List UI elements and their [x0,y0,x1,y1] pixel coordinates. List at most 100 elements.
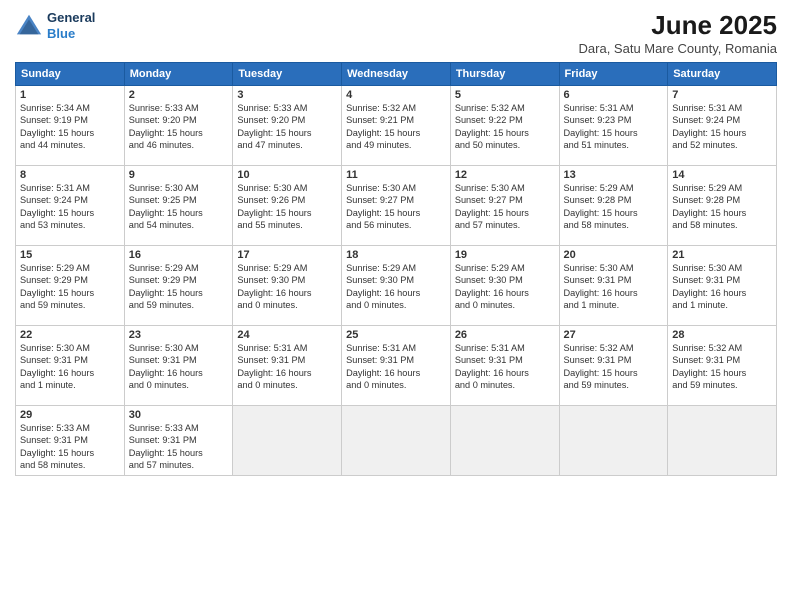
day-details: Sunrise: 5:29 AM Sunset: 9:30 PM Dayligh… [237,263,311,310]
calendar-cell: 18 Sunrise: 5:29 AM Sunset: 9:30 PM Dayli… [342,246,451,326]
day-details: Sunrise: 5:31 AM Sunset: 9:31 PM Dayligh… [346,343,420,390]
calendar-cell [233,406,342,476]
day-details: Sunrise: 5:32 AM Sunset: 9:21 PM Dayligh… [346,103,420,150]
day-number: 22 [20,329,120,341]
weekday-header-wednesday: Wednesday [342,63,451,86]
calendar-cell: 28 Sunrise: 5:32 AM Sunset: 9:31 PM Dayli… [668,326,777,406]
day-number: 4 [346,89,446,101]
calendar-cell: 14 Sunrise: 5:29 AM Sunset: 9:28 PM Dayli… [668,166,777,246]
day-number: 11 [346,169,446,181]
day-number: 13 [564,169,664,181]
day-details: Sunrise: 5:30 AM Sunset: 9:31 PM Dayligh… [129,343,203,390]
day-number: 14 [672,169,772,181]
day-number: 20 [564,249,664,261]
day-details: Sunrise: 5:30 AM Sunset: 9:31 PM Dayligh… [20,343,94,390]
calendar-cell: 29 Sunrise: 5:33 AM Sunset: 9:31 PM Dayli… [16,406,125,476]
calendar-cell: 20Sunrise: 5:30 AM Sunset: 9:31 PM Dayli… [559,246,668,326]
day-details: Sunrise: 5:32 AM Sunset: 9:22 PM Dayligh… [455,103,529,150]
calendar-cell [559,406,668,476]
calendar-cell: 17 Sunrise: 5:29 AM Sunset: 9:30 PM Dayli… [233,246,342,326]
calendar-cell: 23 Sunrise: 5:30 AM Sunset: 9:31 PM Dayli… [124,326,233,406]
title-area: June 2025 Dara, Satu Mare County, Romani… [579,10,777,56]
calendar-cell: 16 Sunrise: 5:29 AM Sunset: 9:29 PM Dayli… [124,246,233,326]
calendar-week-row: 29 Sunrise: 5:33 AM Sunset: 9:31 PM Dayli… [16,406,777,476]
day-number: 10 [237,169,337,181]
day-number: 12 [455,169,555,181]
calendar-cell: 24 Sunrise: 5:31 AM Sunset: 9:31 PM Dayli… [233,326,342,406]
day-details: Sunrise: 5:30 AM Sunset: 9:27 PM Dayligh… [346,183,420,230]
day-details: Sunrise: 5:32 AM Sunset: 9:31 PM Dayligh… [564,343,638,390]
month-title: June 2025 [579,10,777,41]
calendar-cell: 3 Sunrise: 5:33 AM Sunset: 9:20 PM Daylig… [233,86,342,166]
calendar-cell: 13 Sunrise: 5:29 AM Sunset: 9:28 PM Dayli… [559,166,668,246]
weekday-header-saturday: Saturday [668,63,777,86]
logo-icon [15,12,43,40]
calendar-cell: 10 Sunrise: 5:30 AM Sunset: 9:26 PM Dayli… [233,166,342,246]
day-details: Sunrise: 5:29 AM Sunset: 9:30 PM Dayligh… [346,263,420,310]
calendar-cell [450,406,559,476]
calendar-cell: 7 Sunrise: 5:31 AM Sunset: 9:24 PM Daylig… [668,86,777,166]
day-details: Sunrise: 5:31 AM Sunset: 9:31 PM Dayligh… [237,343,311,390]
weekday-header-sunday: Sunday [16,63,125,86]
day-number: 24 [237,329,337,341]
day-number: 17 [237,249,337,261]
day-number: 16 [129,249,229,261]
calendar-cell: 8 Sunrise: 5:31 AM Sunset: 9:24 PM Daylig… [16,166,125,246]
day-number: 28 [672,329,772,341]
logo-text: General Blue [47,10,95,41]
day-details: Sunrise: 5:29 AM Sunset: 9:29 PM Dayligh… [129,263,203,310]
day-number: 8 [20,169,120,181]
day-number: 21 [672,249,772,261]
calendar-cell [668,406,777,476]
calendar-cell: 19Sunrise: 5:29 AM Sunset: 9:30 PM Dayli… [450,246,559,326]
day-number: 18 [346,249,446,261]
weekday-header-row: SundayMondayTuesdayWednesdayThursdayFrid… [16,63,777,86]
day-details: Sunrise: 5:29 AM Sunset: 9:28 PM Dayligh… [672,183,746,230]
day-details: Sunrise: 5:30 AM Sunset: 9:27 PM Dayligh… [455,183,529,230]
day-number: 27 [564,329,664,341]
day-details: Sunrise: 5:31 AM Sunset: 9:31 PM Dayligh… [455,343,529,390]
day-number: 25 [346,329,446,341]
calendar-cell: 22 Sunrise: 5:30 AM Sunset: 9:31 PM Dayli… [16,326,125,406]
day-details: Sunrise: 5:30 AM Sunset: 9:25 PM Dayligh… [129,183,203,230]
day-number: 29 [20,409,120,421]
day-number: 9 [129,169,229,181]
day-details: Sunrise: 5:30 AM Sunset: 9:26 PM Dayligh… [237,183,311,230]
day-details: Sunrise: 5:29 AM Sunset: 9:28 PM Dayligh… [564,183,638,230]
calendar-cell: 27 Sunrise: 5:32 AM Sunset: 9:31 PM Dayli… [559,326,668,406]
day-details: Sunrise: 5:31 AM Sunset: 9:24 PM Dayligh… [672,103,746,150]
day-details: Sunrise: 5:33 AM Sunset: 9:31 PM Dayligh… [20,423,94,470]
day-details: Sunrise: 5:30 AM Sunset: 9:31 PM Dayligh… [672,263,746,310]
day-number: 7 [672,89,772,101]
calendar-week-row: 15Sunrise: 5:29 AM Sunset: 9:29 PM Dayli… [16,246,777,326]
calendar-cell: 25 Sunrise: 5:31 AM Sunset: 9:31 PM Dayli… [342,326,451,406]
calendar-cell: 1Sunrise: 5:34 AM Sunset: 9:19 PM Daylig… [16,86,125,166]
weekday-header-monday: Monday [124,63,233,86]
day-details: Sunrise: 5:31 AM Sunset: 9:24 PM Dayligh… [20,183,94,230]
location-title: Dara, Satu Mare County, Romania [579,41,777,56]
weekday-header-tuesday: Tuesday [233,63,342,86]
day-number: 19 [455,249,555,261]
calendar-cell: 9 Sunrise: 5:30 AM Sunset: 9:25 PM Daylig… [124,166,233,246]
logo: General Blue [15,10,95,41]
page-header: General Blue June 2025 Dara, Satu Mare C… [15,10,777,56]
weekday-header-thursday: Thursday [450,63,559,86]
day-number: 23 [129,329,229,341]
day-number: 26 [455,329,555,341]
calendar-week-row: 8 Sunrise: 5:31 AM Sunset: 9:24 PM Daylig… [16,166,777,246]
day-details: Sunrise: 5:33 AM Sunset: 9:20 PM Dayligh… [237,103,311,150]
day-details: Sunrise: 5:34 AM Sunset: 9:19 PM Dayligh… [20,103,94,150]
day-number: 6 [564,89,664,101]
calendar-table: SundayMondayTuesdayWednesdayThursdayFrid… [15,62,777,476]
calendar-cell: 4 Sunrise: 5:32 AM Sunset: 9:21 PM Daylig… [342,86,451,166]
calendar-cell: 12 Sunrise: 5:30 AM Sunset: 9:27 PM Dayli… [450,166,559,246]
day-details: Sunrise: 5:32 AM Sunset: 9:31 PM Dayligh… [672,343,746,390]
day-details: Sunrise: 5:31 AM Sunset: 9:23 PM Dayligh… [564,103,638,150]
day-number: 3 [237,89,337,101]
day-number: 5 [455,89,555,101]
calendar-cell: 6 Sunrise: 5:31 AM Sunset: 9:23 PM Daylig… [559,86,668,166]
calendar-week-row: 22 Sunrise: 5:30 AM Sunset: 9:31 PM Dayli… [16,326,777,406]
calendar-cell: 21 Sunrise: 5:30 AM Sunset: 9:31 PM Dayli… [668,246,777,326]
calendar-cell: 5 Sunrise: 5:32 AM Sunset: 9:22 PM Daylig… [450,86,559,166]
day-details: Sunrise: 5:33 AM Sunset: 9:31 PM Dayligh… [129,423,203,470]
